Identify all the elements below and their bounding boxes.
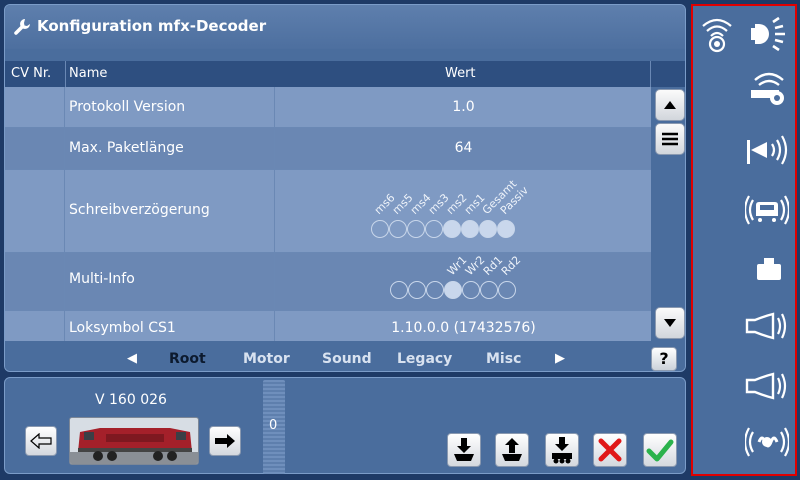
bit-toggle[interactable] [462, 281, 480, 299]
loco-panel: V 160 026 0 [4, 377, 686, 474]
bit-toggle[interactable] [443, 220, 461, 238]
bell-icon[interactable] [745, 306, 789, 346]
read-loco-button[interactable] [545, 433, 579, 467]
cv-cell [5, 128, 65, 169]
prev-loco-button[interactable] [25, 426, 57, 456]
scroll-up-button[interactable] [655, 89, 685, 121]
value-cell: ms6 ms5 ms4 ms3 ms2 ms1 Gesamt Passiv [274, 170, 651, 252]
weight-icon[interactable] [749, 250, 793, 290]
table-row[interactable]: Max. Paketlänge 64 [5, 128, 651, 170]
header-name: Name [69, 66, 108, 81]
table-row[interactable]: Protokoll Version 1.0 [5, 87, 651, 128]
value-cell: 1.0 [274, 87, 651, 127]
table-row[interactable]: Schreibverzögerung ms6 ms5 ms4 ms3 ms2 ms1 Ges… [5, 170, 651, 253]
loco-sound-icon[interactable] [745, 190, 789, 230]
bit-toggle[interactable] [498, 281, 516, 299]
cv-cell [5, 87, 65, 127]
triangle-down-icon [664, 319, 676, 327]
wrench-icon [14, 19, 30, 35]
scrollbar[interactable] [651, 87, 685, 341]
horn-icon[interactable] [745, 130, 789, 170]
row-name: Schreibverzögerung [69, 202, 210, 218]
sound-wave-icon[interactable] [745, 422, 789, 462]
bit-toggle[interactable] [479, 220, 497, 238]
header-divider [650, 61, 651, 87]
cancel-button[interactable] [593, 433, 627, 467]
confirm-button[interactable] [643, 433, 677, 467]
close-icon [598, 438, 622, 462]
speed-value: 0 [269, 418, 278, 433]
value-cell: 1.10.0.0 (17432576) [274, 311, 651, 341]
bit-toggle[interactable] [389, 220, 407, 238]
upload-icon [502, 438, 522, 461]
tab-sound[interactable]: Sound [322, 351, 372, 367]
tab-motor[interactable]: Motor [243, 351, 290, 367]
header-cv: CV Nr. [11, 66, 52, 81]
title-bar: Konfiguration mfx-Decoder [5, 5, 685, 49]
header-value: Wert [445, 66, 476, 81]
download-loco-icon [552, 437, 572, 464]
bit-toggle[interactable] [426, 281, 444, 299]
scroll-thumb[interactable] [655, 123, 685, 155]
function-sidebar [691, 4, 797, 476]
bit-toggle[interactable] [407, 220, 425, 238]
bit-toggle[interactable] [497, 220, 515, 238]
help-button[interactable]: ? [651, 347, 677, 371]
value-cell: Wr1 Wr2 Rd1 Rd2 [274, 253, 651, 310]
row-name: Max. Paketlänge [69, 140, 184, 156]
cv-cell [5, 170, 65, 252]
radio-signal-icon[interactable] [697, 14, 741, 54]
bit-toggle[interactable] [480, 281, 498, 299]
bit-toggle[interactable] [408, 281, 426, 299]
bit-toggle[interactable] [425, 220, 443, 238]
row-value: 1.10.0.0 (17432576) [391, 320, 536, 336]
arrow-left-outline-icon [30, 432, 52, 450]
bit-toggle[interactable] [390, 281, 408, 299]
headlight-icon[interactable] [749, 14, 793, 54]
row-name: Protokoll Version [69, 99, 186, 115]
page-title: Konfiguration mfx-Decoder [37, 17, 267, 35]
write-decoder-button[interactable] [495, 433, 529, 467]
row-value: 1.0 [452, 99, 475, 115]
table-body: Protokoll Version 1.0 Max. Paketlänge 64… [5, 87, 651, 341]
menu-icon [662, 132, 678, 146]
locomotive-icon [70, 428, 198, 464]
loco-image [69, 417, 199, 465]
table-row[interactable]: Loksymbol CS1 1.10.0.0 (17432576) [5, 311, 651, 341]
tab-prev-arrow-icon[interactable]: ◀ [127, 351, 137, 366]
read-decoder-button[interactable] [447, 433, 481, 467]
triangle-up-icon [664, 101, 676, 109]
tab-bar: ◀ Root Motor Sound Legacy Misc ▶ ? [5, 342, 685, 371]
row-name: Multi-Info [69, 271, 135, 287]
tab-root[interactable]: Root [169, 351, 206, 367]
cv-cell [5, 253, 65, 310]
config-panel: Konfiguration mfx-Decoder CV Nr. Name We… [4, 4, 686, 372]
tab-next-arrow-icon[interactable]: ▶ [555, 351, 565, 366]
tab-misc[interactable]: Misc [486, 351, 521, 367]
bit-label: Rd2 [498, 253, 524, 278]
value-cell: 64 [274, 128, 651, 169]
cv-cell [5, 311, 65, 341]
scroll-down-button[interactable] [655, 307, 685, 339]
bell-icon-2[interactable] [745, 366, 789, 406]
bit-toggle[interactable] [444, 281, 462, 299]
header-divider [65, 61, 66, 87]
tab-legacy[interactable]: Legacy [397, 351, 452, 367]
check-icon [646, 439, 674, 462]
row-value: 64 [454, 140, 473, 156]
loco-name: V 160 026 [95, 392, 167, 408]
next-loco-button[interactable] [209, 426, 241, 456]
table-row[interactable]: Multi-Info Wr1 Wr2 Rd1 Rd2 [5, 253, 651, 311]
bit-toggle[interactable] [461, 220, 479, 238]
whistle-icon[interactable] [747, 70, 791, 110]
table-header: CV Nr. Name Wert [5, 61, 685, 87]
arrow-right-icon [215, 434, 235, 448]
bit-toggle[interactable] [371, 220, 389, 238]
download-icon [454, 438, 474, 461]
row-name: Loksymbol CS1 [69, 320, 176, 336]
